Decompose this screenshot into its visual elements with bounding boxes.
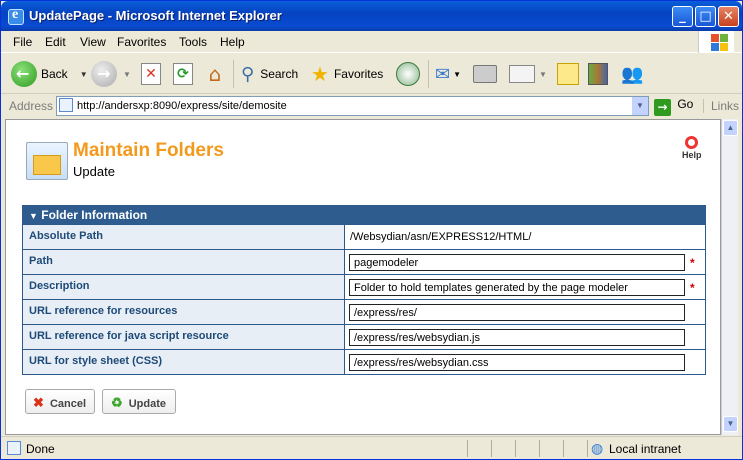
favorites-button[interactable]: ★ Favorites [311, 60, 383, 88]
title-bar: UpdatePage - Microsoft Internet Explorer… [1, 1, 742, 31]
page-icon [59, 98, 73, 112]
messenger-button[interactable]: 👥 [621, 60, 643, 88]
page-subtitle: Update [73, 164, 115, 179]
required-marker: * [690, 256, 695, 270]
cancel-x-icon: ✖ [33, 395, 44, 410]
address-url: http://andersxp:8090/express/site/demosi… [77, 100, 287, 112]
collapse-triangle-icon: ▼ [29, 211, 38, 221]
note-icon [557, 63, 579, 85]
address-label: Address [9, 99, 54, 113]
history-button[interactable] [396, 60, 420, 88]
minimize-button[interactable]: _ [672, 6, 693, 27]
row-url-javascript: URL reference for java script resource [23, 324, 705, 349]
menu-tools[interactable]: Tools [179, 35, 207, 49]
menu-file[interactable]: File [13, 35, 32, 49]
panel-header[interactable]: ▼ Folder Information [23, 206, 705, 224]
row-description: Description * [23, 274, 705, 299]
close-button[interactable]: ✕ [718, 6, 739, 27]
address-dropdown-icon[interactable]: ▼ [632, 97, 648, 115]
intranet-globe-icon: ◍ [591, 440, 604, 456]
research-button[interactable] [588, 60, 608, 88]
cancel-button[interactable]: ✖ Cancel [25, 389, 95, 414]
edit-page-icon [509, 65, 535, 83]
back-arrow-icon: ← [11, 61, 37, 87]
label-url-javascript: URL reference for java script resource [23, 325, 345, 349]
required-marker: * [690, 281, 695, 295]
label-url-resources: URL reference for resources [23, 300, 345, 324]
status-page-icon [7, 441, 21, 455]
messenger-icon: 👥 [621, 63, 644, 85]
menu-help[interactable]: Help [220, 35, 245, 49]
label-path: Path [23, 250, 345, 274]
window-title: UpdatePage - Microsoft Internet Explorer [29, 8, 282, 23]
status-bar: Done ◍ Local intranet [1, 436, 742, 459]
search-icon: ⚲ [241, 63, 255, 85]
row-url-resources: URL reference for resources [23, 299, 705, 324]
refresh-button[interactable]: ⟳ [173, 60, 193, 88]
label-absolute-path: Absolute Path [23, 225, 345, 249]
folder-information-panel: ▼ Folder Information Absolute Path /Webs… [22, 205, 706, 375]
books-icon [588, 63, 608, 85]
go-arrow-icon: → [654, 99, 671, 116]
star-icon: ★ [311, 62, 329, 86]
path-input[interactable] [349, 254, 685, 271]
row-path: Path * [23, 249, 705, 274]
row-absolute-path: Absolute Path /Websydian/asn/EXPRESS12/H… [23, 224, 705, 249]
url-stylesheet-input[interactable] [349, 354, 685, 371]
windows-logo-icon [698, 31, 734, 53]
description-input[interactable] [349, 279, 685, 296]
row-url-stylesheet: URL for style sheet (CSS) [23, 349, 705, 374]
menu-edit[interactable]: Edit [45, 35, 66, 49]
maximize-button[interactable]: □ [695, 6, 716, 27]
address-input[interactable]: http://andersxp:8090/express/site/demosi… [56, 96, 649, 116]
toolbar: ← Back ▼ → ▼ ✕ ⟳ ⌂ ⚲ Search ★ Favorites … [1, 54, 742, 94]
url-resources-input[interactable] [349, 304, 685, 321]
zone-text: Local intranet [609, 442, 682, 456]
page-content: Maintain Folders Update Help ▼ Folder In… [5, 119, 721, 435]
mail-button[interactable]: ✉ ▼ [435, 60, 461, 88]
value-absolute-path: /Websydian/asn/EXPRESS12/HTML/ [350, 231, 532, 243]
print-button[interactable] [473, 60, 497, 88]
folder-window-icon [26, 142, 68, 180]
home-icon: ⌂ [208, 62, 222, 86]
update-arrows-icon: ♻ [111, 395, 123, 410]
edit-button[interactable]: ▼ [509, 60, 547, 88]
search-button[interactable]: ⚲ Search [241, 60, 298, 88]
help-button[interactable]: Help [682, 136, 702, 160]
page-title: Maintain Folders [73, 140, 224, 161]
update-button[interactable]: ♻ Update [102, 389, 176, 414]
lifebuoy-icon [685, 136, 699, 149]
vertical-scrollbar[interactable]: ▲ ▼ [721, 119, 738, 435]
forward-arrow-icon: → [91, 61, 117, 87]
status-text: Done [26, 442, 55, 456]
menu-view[interactable]: View [80, 35, 106, 49]
links-button[interactable]: Links [711, 99, 739, 113]
url-javascript-input[interactable] [349, 329, 685, 346]
forward-button[interactable]: → ▼ [91, 60, 131, 88]
stop-button[interactable]: ✕ [141, 60, 161, 88]
go-button[interactable]: → Go [654, 97, 693, 116]
address-bar: Address http://andersxp:8090/express/sit… [1, 94, 742, 118]
ie-icon [8, 7, 24, 25]
label-url-stylesheet: URL for style sheet (CSS) [23, 350, 345, 374]
ie-window: UpdatePage - Microsoft Internet Explorer… [0, 0, 743, 460]
history-icon [396, 62, 420, 86]
back-button[interactable]: ← Back ▼ [11, 60, 88, 88]
menu-favorites[interactable]: Favorites [117, 35, 166, 49]
discuss-button[interactable] [557, 60, 579, 88]
refresh-icon: ⟳ [173, 63, 193, 85]
mail-icon: ✉ [435, 63, 451, 85]
label-description: Description [23, 275, 345, 299]
scroll-down-icon[interactable]: ▼ [723, 416, 738, 432]
scroll-up-icon[interactable]: ▲ [723, 120, 738, 136]
home-button[interactable]: ⌂ [203, 60, 227, 88]
printer-icon [473, 65, 497, 83]
menu-bar: File Edit View Favorites Tools Help [1, 31, 742, 53]
stop-icon: ✕ [141, 63, 161, 85]
